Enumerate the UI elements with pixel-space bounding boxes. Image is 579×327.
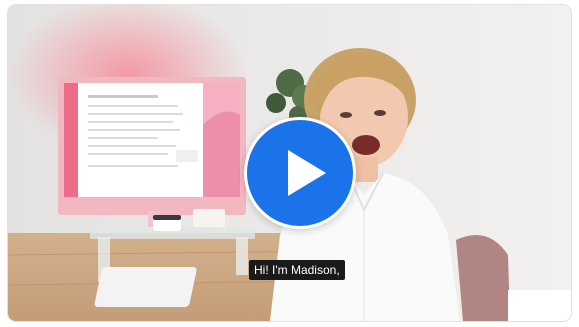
- video-player[interactable]: Hi! I'm Madison,: [8, 5, 571, 321]
- play-button[interactable]: [244, 117, 356, 229]
- video-caption: Hi! I'm Madison,: [249, 260, 345, 280]
- monitor: [58, 77, 246, 227]
- keyboard: [94, 267, 197, 307]
- chair: [456, 235, 510, 321]
- play-icon: [288, 150, 326, 196]
